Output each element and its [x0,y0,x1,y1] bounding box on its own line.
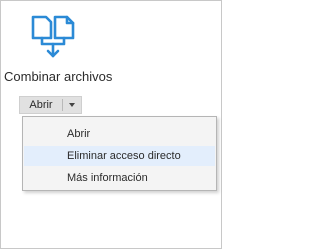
open-split-button[interactable]: Abrir [19,96,82,114]
menu-item-remove-shortcut[interactable]: Eliminar acceso directo [24,146,215,166]
dropdown-menu: Abrir Eliminar acceso directo Más inform… [22,116,217,191]
open-button[interactable]: Abrir [20,97,62,113]
combine-files-icon [31,15,75,58]
menu-item-more-info[interactable]: Más información [24,168,215,188]
chevron-down-icon[interactable] [63,97,81,113]
menu-item-open[interactable]: Abrir [24,124,215,144]
tool-title: Combinar archivos [4,69,113,84]
